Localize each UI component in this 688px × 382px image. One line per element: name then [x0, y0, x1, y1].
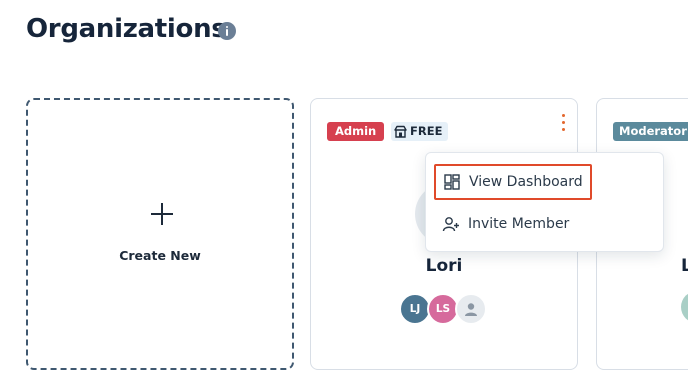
store-icon — [394, 125, 407, 138]
organization-name: Lori — [425, 256, 463, 276]
create-new-label: Create New — [119, 248, 201, 263]
role-badge-admin: Admin — [327, 122, 385, 141]
organization-name: L — [681, 256, 688, 276]
plus-icon — [151, 203, 173, 225]
dashboard-icon — [444, 174, 460, 190]
invite-user-icon — [442, 217, 459, 232]
menu-item-label: View Dashboard — [469, 174, 583, 190]
menu-item-label: Invite Member — [468, 216, 570, 232]
create-new-card[interactable]: Create New — [26, 98, 294, 370]
info-icon[interactable] — [218, 22, 236, 40]
role-badge-moderator: Moderator — [613, 122, 688, 141]
menu-item-view-dashboard[interactable]: View Dashboard — [434, 164, 592, 200]
menu-item-invite-member[interactable]: Invite Member — [434, 206, 656, 242]
organization-dropdown-menu: View Dashboard Invite Member — [425, 152, 664, 252]
kebab-menu-icon[interactable] — [557, 112, 571, 134]
plan-badge-label: FREE — [410, 124, 443, 138]
member-avatar[interactable] — [681, 291, 688, 323]
user-icon — [465, 303, 477, 316]
plan-badge: FREE — [391, 122, 449, 141]
page-title: Organizations — [26, 14, 227, 44]
member-avatar[interactable] — [455, 293, 487, 325]
